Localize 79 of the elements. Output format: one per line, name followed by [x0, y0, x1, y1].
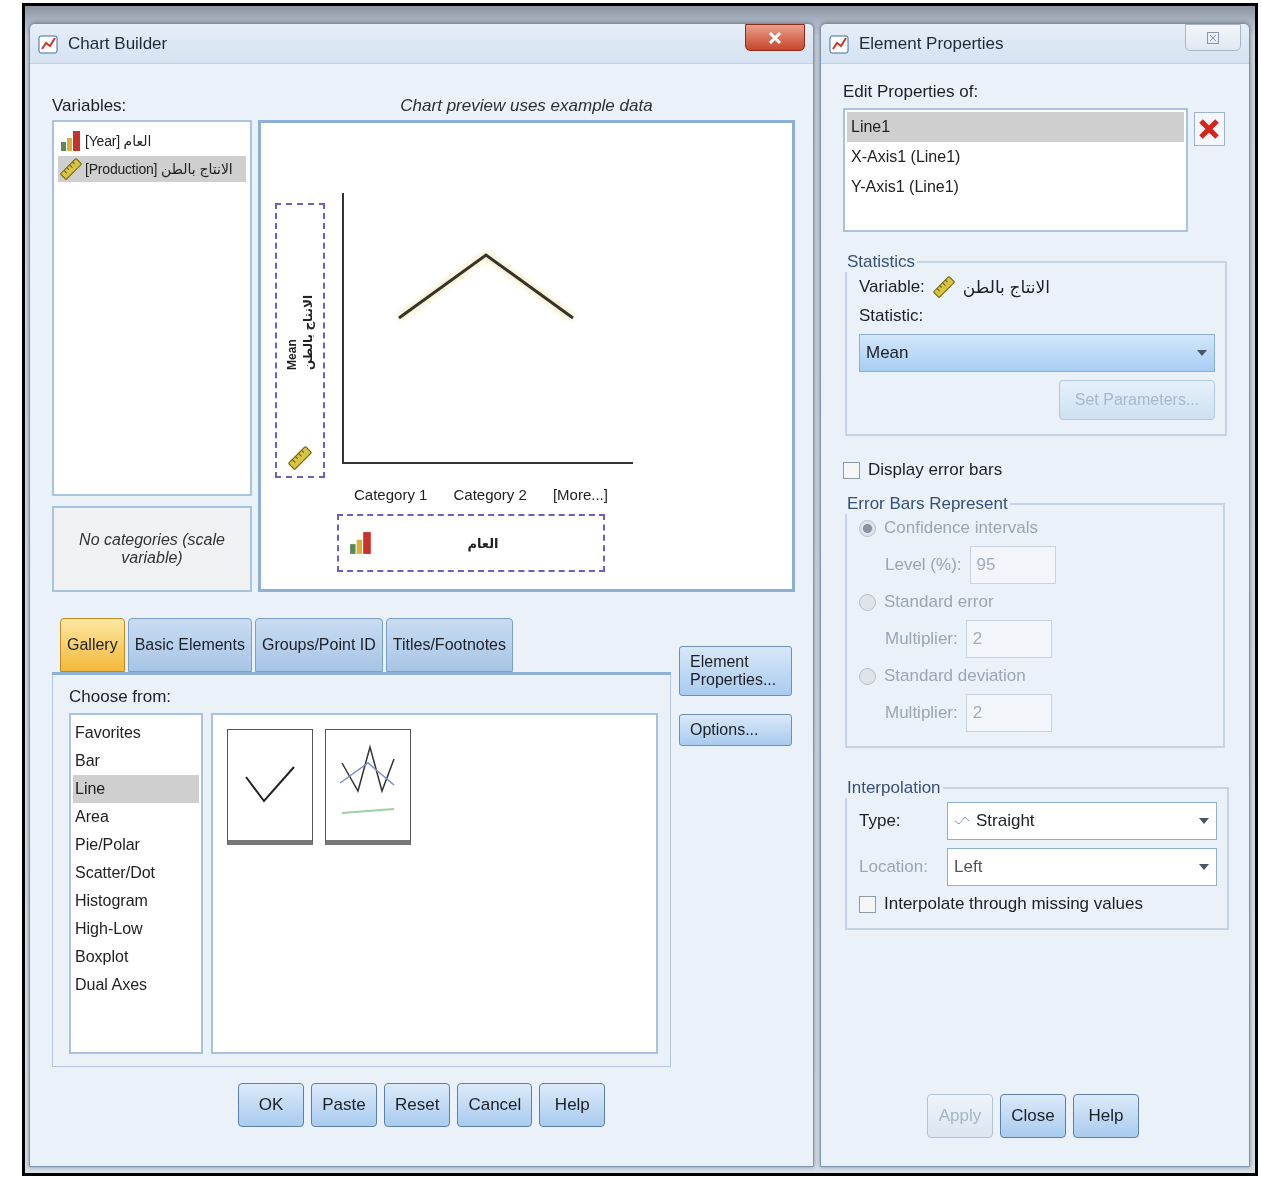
chart-type-item[interactable]: Boxplot	[73, 943, 199, 971]
chart-type-item[interactable]: Area	[73, 803, 199, 831]
group-title: Interpolation	[846, 778, 942, 798]
category-label: Category 1	[354, 486, 428, 505]
window-title: Chart Builder	[68, 33, 169, 54]
chart-type-item[interactable]: Dual Axes	[73, 971, 199, 999]
variable-label: Variable:	[859, 277, 925, 297]
checkbox[interactable]	[859, 895, 876, 913]
chart-type-item[interactable]: Pie/Polar	[73, 831, 199, 859]
caret-icon	[1198, 863, 1210, 871]
choose-from-label: Choose from:	[69, 687, 173, 707]
group-title: Error Bars Represent	[846, 494, 1009, 514]
tab[interactable]: Basic Elements	[127, 618, 252, 672]
variable-name: الانتاج بالطن	[962, 276, 1050, 298]
side-button[interactable]: Element Properties...	[679, 646, 792, 696]
window-title: Element Properties	[859, 33, 1005, 54]
tab[interactable]: Groups/Point ID	[254, 618, 383, 672]
close-icon	[768, 31, 782, 44]
chart-type-item[interactable]: Favorites	[73, 719, 199, 747]
caret-icon	[1196, 349, 1208, 357]
close-icon	[1207, 31, 1219, 44]
nominal-bars-icon	[349, 531, 373, 555]
categories-note: No categories (scale variable)	[52, 506, 252, 592]
statistic-dropdown[interactable]: Mean	[859, 334, 1215, 372]
group-title: Statistics	[846, 252, 917, 272]
chart-type-item[interactable]: High-Low	[73, 915, 199, 943]
variables-label: Variables:	[52, 96, 127, 115]
location-label: Location:	[859, 857, 928, 876]
element-item[interactable]: X-Axis1 (Line1)	[847, 142, 1184, 172]
y-axis-statistic: Mean	[285, 338, 299, 370]
dialog-button[interactable]: Close	[1000, 1094, 1066, 1138]
caret-icon	[1198, 817, 1210, 825]
radio-label: Standard error	[884, 592, 994, 612]
dialog-button[interactable]: Help	[1073, 1094, 1139, 1138]
y-axis-variable: الانتاج بالطن	[301, 295, 315, 370]
preview-note: Chart preview uses example data	[400, 96, 653, 115]
line-icon	[954, 816, 970, 826]
delete-icon	[1198, 118, 1221, 140]
chart-type-item[interactable]: Histogram	[73, 887, 199, 915]
checkbox-label: Interpolate through missing values	[884, 894, 1143, 914]
field-label: Multiplier:	[885, 629, 958, 649]
tab[interactable]: Gallery	[60, 618, 125, 672]
side-button[interactable]: Options...	[679, 714, 792, 746]
tab[interactable]: Titles/Footnotes	[385, 618, 513, 672]
type-label: Type:	[859, 811, 901, 830]
dialog-button[interactable]: Reset	[384, 1083, 451, 1127]
close-button[interactable]	[745, 24, 805, 51]
app-icon	[38, 32, 60, 55]
statistic-label: Statistic:	[859, 306, 925, 326]
chart-type-item[interactable]: Line	[73, 775, 199, 803]
field-label: Multiplier:	[885, 703, 958, 723]
field-label: Level (%):	[885, 555, 962, 575]
location-dropdown[interactable]: Left	[947, 848, 1217, 886]
variable-item[interactable]: [Production] الانتاج بالطن	[58, 156, 246, 182]
chart-type-item[interactable]: Scatter/Dot	[73, 859, 199, 887]
category-label: Category 2	[453, 486, 527, 505]
element-item[interactable]: Y-Axis1 (Line1)	[847, 172, 1184, 202]
radio-label: Confidence intervals	[884, 518, 1039, 538]
type-dropdown[interactable]: Straight	[947, 802, 1217, 840]
x-axis-drop-zone[interactable]: العام	[337, 514, 605, 572]
dialog-button[interactable]: Cancel	[457, 1083, 533, 1127]
delete-button[interactable]	[1193, 112, 1225, 146]
edit-properties-label: Edit Properties of:	[843, 82, 980, 102]
dialog-button[interactable]: Help	[539, 1083, 606, 1127]
category-label: [More...]	[552, 486, 608, 505]
nominal-bars-icon	[60, 130, 82, 152]
radio-label: Standard deviation	[884, 666, 1026, 686]
dialog-button[interactable]: Paste	[311, 1083, 377, 1127]
element-item[interactable]: Line1	[847, 112, 1184, 142]
variable-item[interactable]: [Year] العام	[58, 128, 246, 154]
app-icon	[829, 32, 851, 55]
gallery-thumbnail[interactable]	[325, 729, 411, 845]
checkbox[interactable]	[843, 461, 860, 479]
dialog-button[interactable]: OK	[238, 1083, 304, 1127]
x-axis-variable: العام	[466, 535, 500, 551]
ruler-icon	[60, 158, 82, 180]
chart-type-item[interactable]: Bar	[73, 747, 199, 775]
checkbox-label: Display error bars	[868, 460, 1003, 480]
gallery-thumbnail[interactable]	[227, 729, 313, 845]
